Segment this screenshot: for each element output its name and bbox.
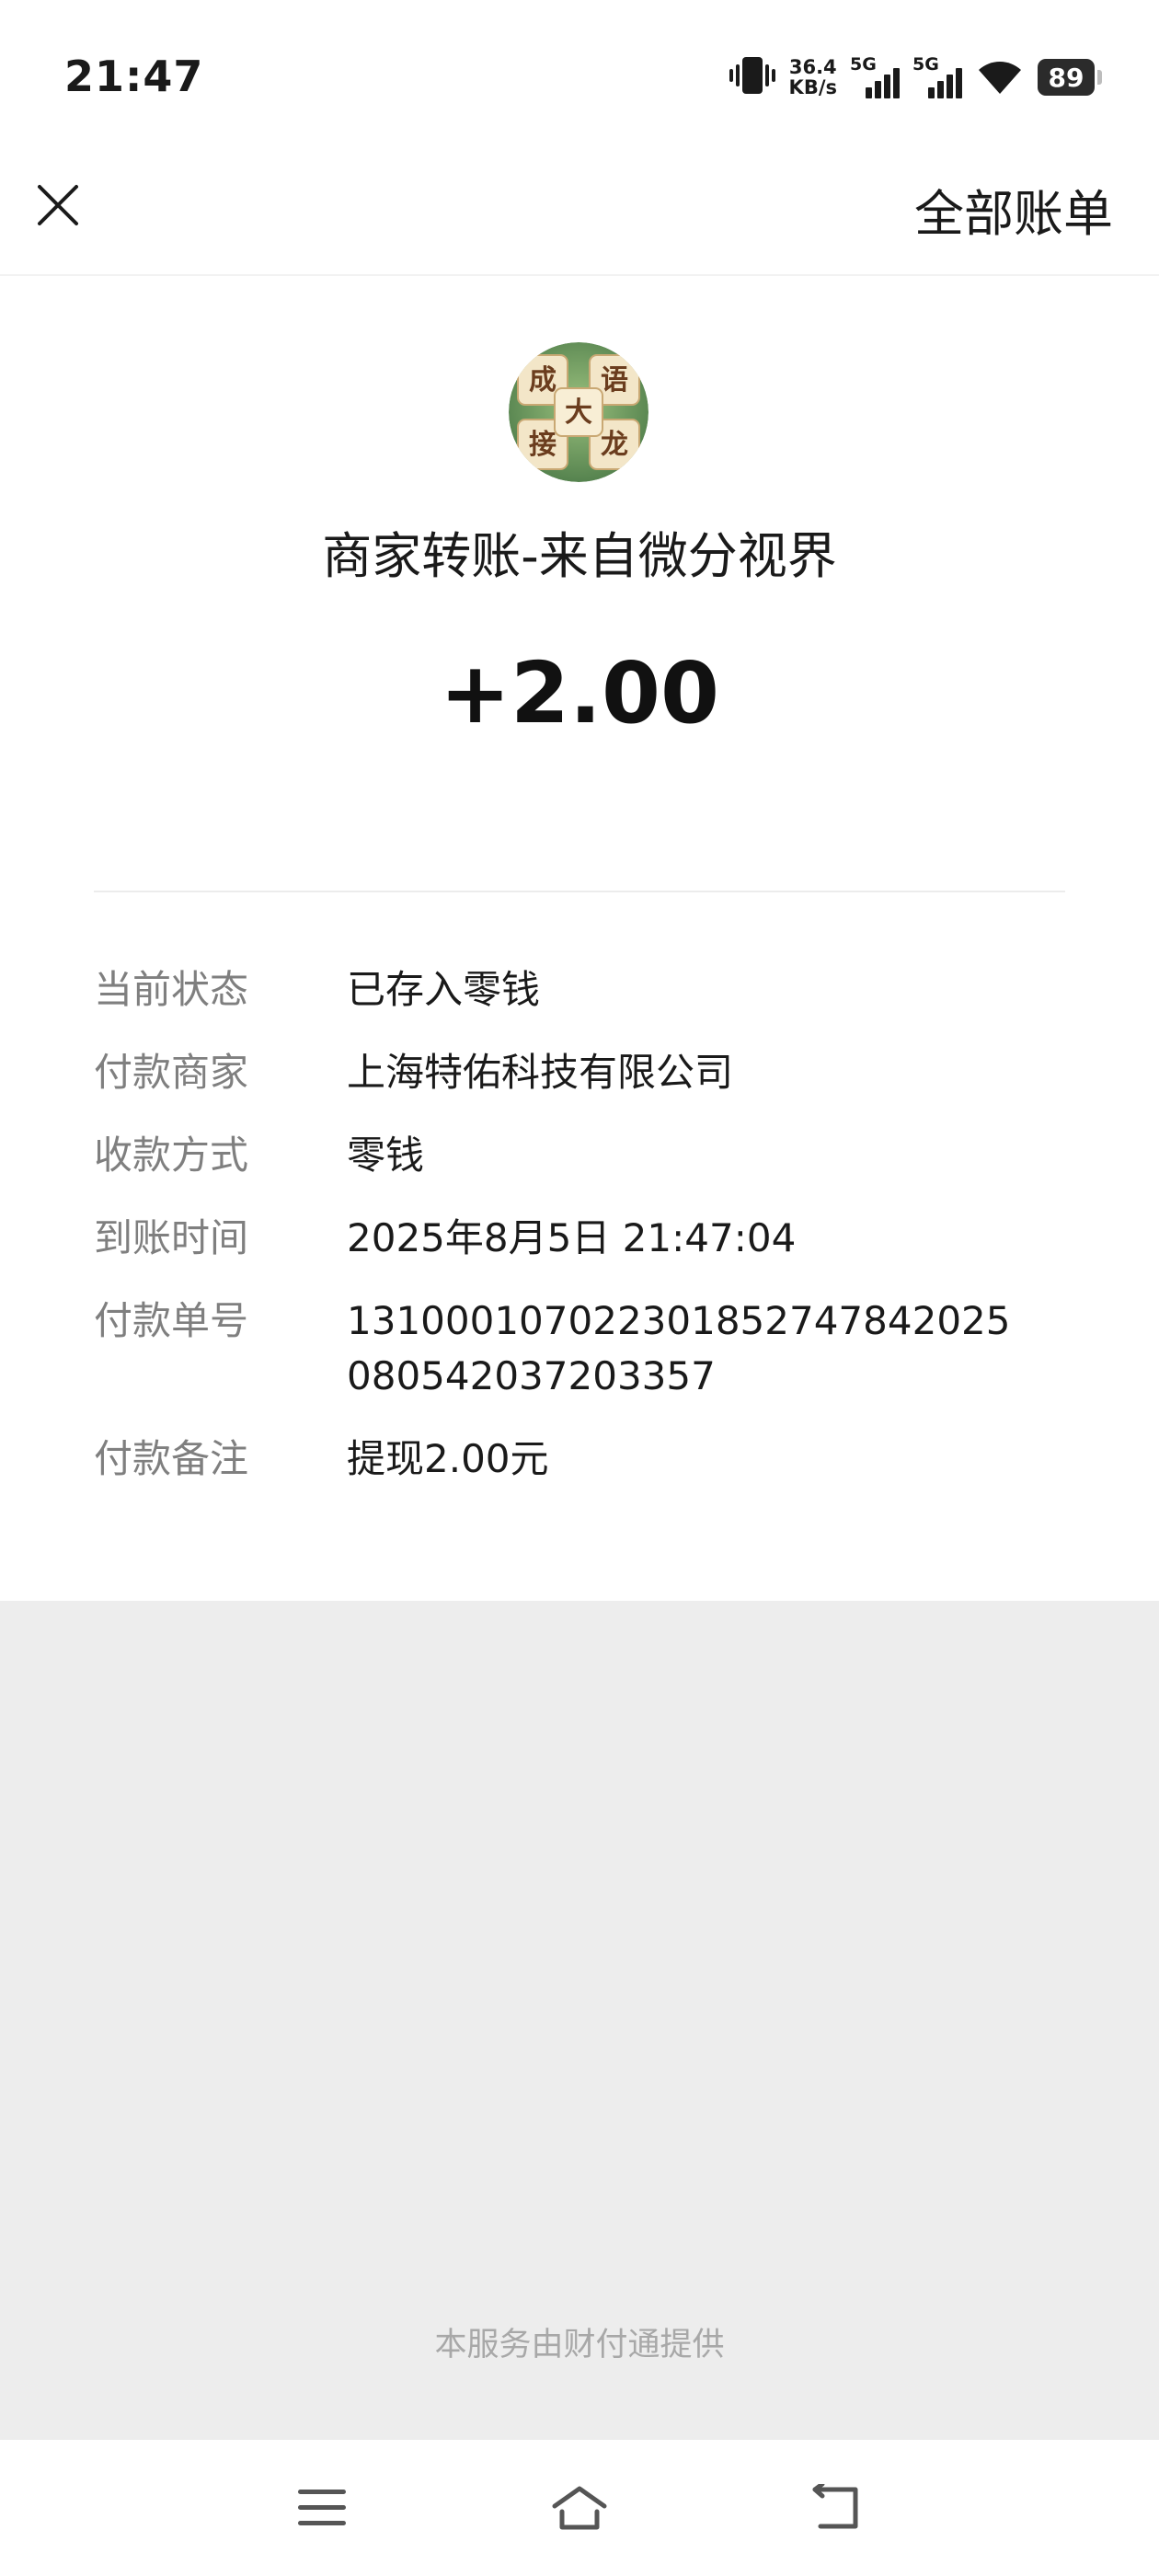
back-icon	[809, 2481, 865, 2536]
menu-button[interactable]	[294, 2484, 350, 2532]
status-bar: 21:47 36.4 KB/s 5G 5G 89	[0, 0, 1159, 147]
svg-text:语: 语	[601, 364, 628, 397]
wifi-icon	[975, 55, 1025, 99]
detail-row-remark: 付款备注 提现2.00元	[94, 1432, 1087, 1487]
battery-level: 89	[1048, 62, 1084, 93]
detail-label: 收款方式	[94, 1133, 249, 1178]
divider	[94, 891, 1065, 892]
detail-value: 零钱	[347, 1133, 425, 1178]
network-speed: 36.4 KB/s	[789, 57, 837, 98]
detail-value: 提现2.00元	[347, 1436, 549, 1481]
status-icons: 36.4 KB/s 5G 5G 89	[729, 52, 1102, 103]
merchant-avatar: 成 语 接 龙 大	[509, 342, 648, 482]
all-bills-link[interactable]: 全部账单	[914, 173, 1113, 246]
svg-text:龙: 龙	[601, 429, 628, 461]
service-provider-note: 本服务由财付通提供	[434, 2327, 725, 2363]
system-nav-bar	[0, 2440, 1159, 2576]
signal-icon: 5G	[912, 54, 962, 100]
detail-row-status: 当前状态 已存入零钱	[94, 962, 1087, 1018]
svg-text:接: 接	[529, 429, 557, 461]
detail-label: 付款单号	[94, 1298, 249, 1343]
detail-row-time: 到账时间 2025年8月5日 21:47:04	[94, 1211, 1087, 1266]
svg-text:大: 大	[565, 397, 592, 429]
detail-value: 已存入零钱	[347, 967, 541, 1012]
signal-icon: 5G	[850, 54, 900, 100]
detail-value[interactable]: 1310001070223018527478420250805420372033…	[347, 1294, 1027, 1404]
detail-value: 2025年8月5日 21:47:04	[347, 1215, 797, 1260]
close-button[interactable]	[26, 175, 90, 239]
detail-label: 付款商家	[94, 1050, 249, 1095]
idiom-game-logo: 成 语 接 龙 大	[509, 342, 648, 482]
back-button[interactable]	[809, 2481, 865, 2532]
network-speed-unit: KB/s	[788, 76, 837, 98]
close-icon	[36, 183, 80, 231]
transfer-amount: +2.00	[439, 644, 720, 742]
detail-row-method: 收款方式 零钱	[94, 1128, 1087, 1183]
vibrate-icon	[729, 55, 776, 99]
detail-value: 上海特佑科技有限公司	[347, 1050, 734, 1095]
svg-text:成: 成	[529, 364, 557, 397]
home-button[interactable]	[550, 2484, 607, 2532]
home-icon	[550, 2486, 609, 2536]
status-time: 21:47	[64, 52, 204, 101]
detail-label: 付款备注	[94, 1436, 249, 1481]
network-speed-value: 36.4	[788, 56, 837, 78]
detail-label: 到账时间	[94, 1215, 249, 1260]
detail-row-order-id: 付款单号 13100010702230185274784202508054203…	[94, 1294, 1087, 1404]
menu-icon	[294, 2490, 350, 2536]
detail-label: 当前状态	[94, 967, 249, 1012]
detail-row-payer: 付款商家 上海特佑科技有限公司	[94, 1045, 1087, 1100]
transaction-details: 当前状态 已存入零钱 付款商家 上海特佑科技有限公司 收款方式 零钱 到账时间 …	[94, 962, 1087, 1514]
merchant-title: 商家转账-来自微分视界	[322, 527, 837, 585]
nav-bar: 全部账单	[0, 147, 1159, 276]
battery-icon: 89	[1038, 59, 1102, 96]
